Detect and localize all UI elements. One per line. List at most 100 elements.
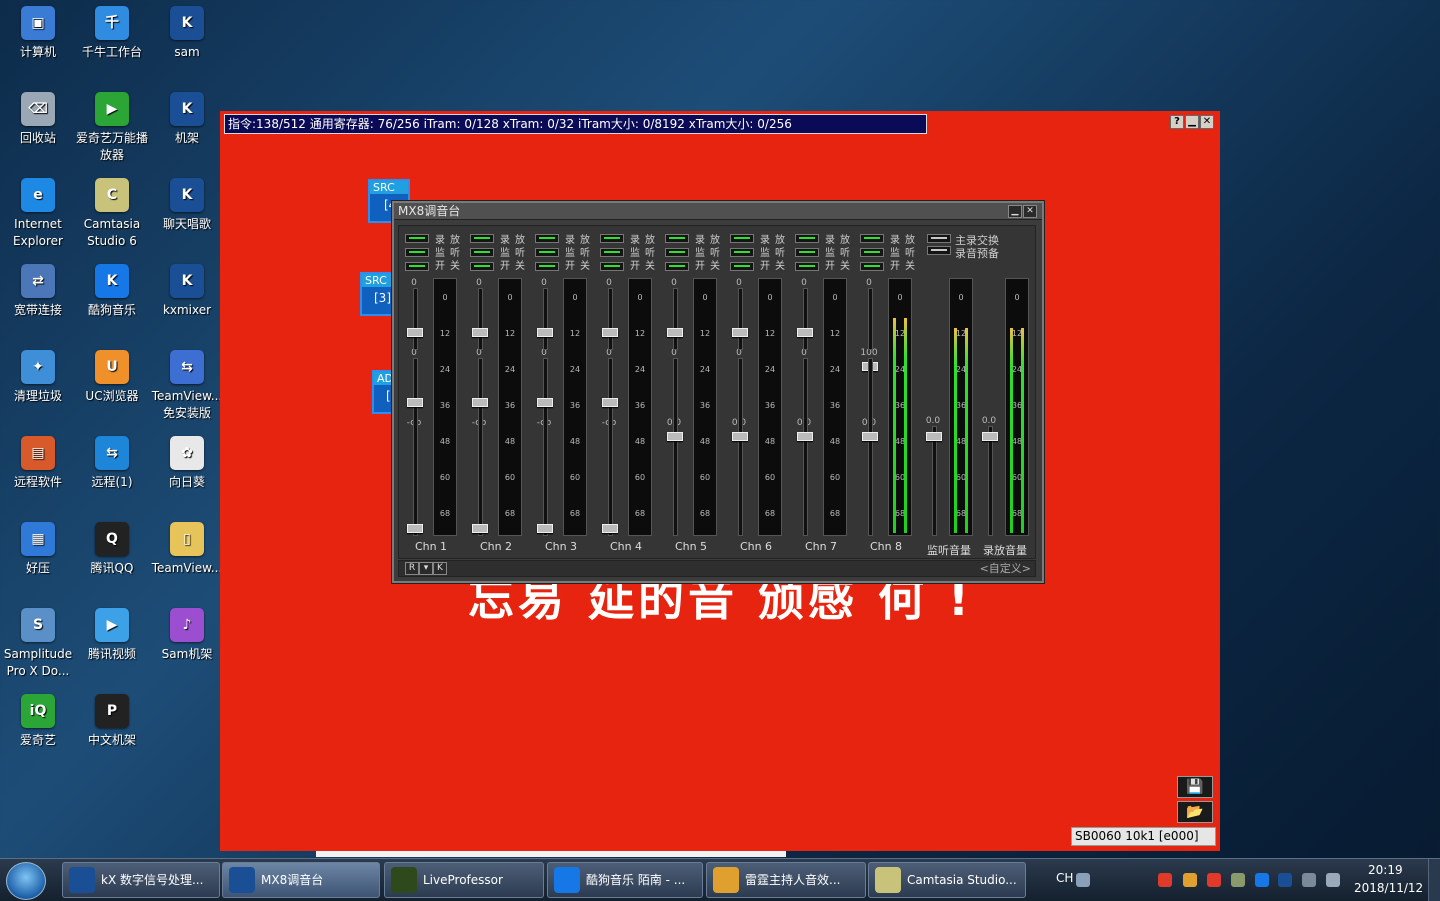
taskbar-button[interactable]: kX 数字信号处理... [62, 862, 220, 898]
taskbar-button[interactable]: 雷霆主持人音效... [706, 862, 866, 898]
channel-switch[interactable] [600, 248, 624, 257]
pan-fader-knob[interactable] [537, 328, 553, 337]
pan-fader-knob[interactable] [602, 328, 618, 337]
close-button[interactable]: ✕ [1200, 115, 1214, 129]
monitor-fader-knob[interactable] [926, 432, 942, 441]
desktop-icon[interactable]: K 酷狗音乐 [74, 258, 150, 319]
start-button[interactable] [6, 862, 46, 900]
desktop-icon[interactable]: ⇄ 宽带连接 [0, 258, 76, 319]
clock-time[interactable]: 20:19 [1368, 863, 1403, 877]
desktop-icon[interactable]: ♪ Sam机架 [149, 602, 225, 663]
channel-switch[interactable] [535, 262, 559, 271]
taskbar-button[interactable]: MX8调音台 [222, 862, 380, 898]
channel-switch[interactable] [795, 234, 819, 243]
desktop-icon[interactable]: iQ 爱奇艺 [0, 688, 76, 749]
desktop-icon[interactable]: ✿ 向日葵 [149, 430, 225, 491]
channel-switch[interactable] [405, 234, 429, 243]
channel-switch[interactable] [600, 234, 624, 243]
desktop-icon[interactable]: U UC浏览器 [74, 344, 150, 405]
minimize-button[interactable]: ▁ [1185, 115, 1199, 129]
volume-fader-knob[interactable] [537, 524, 553, 533]
pan-fader-knob[interactable] [407, 328, 423, 337]
desktop-icon[interactable]: ▦ 好压 [0, 516, 76, 577]
pan-fader-knob-lower[interactable] [407, 398, 423, 407]
channel-switch[interactable] [665, 262, 689, 271]
master-switch[interactable] [927, 246, 951, 255]
show-desktop-button[interactable] [1428, 859, 1440, 901]
qq-tray-icon-2[interactable] [1183, 873, 1197, 887]
channel-switch[interactable] [405, 262, 429, 271]
desktop-icon[interactable]: C Camtasia Studio 6 [74, 172, 150, 250]
desktop-icon[interactable]: S Samplitude Pro X Do... [0, 602, 76, 680]
mx8-mixer-window[interactable]: MX8调音台 ▁ ✕ 录放监听开关00-oo0122436486068Chn 1… [392, 201, 1044, 583]
taskbar-button[interactable]: 酷狗音乐 陌南 - ... [547, 862, 703, 898]
pan-fader-knob-lower[interactable] [602, 398, 618, 407]
taskbar-button[interactable]: LiveProfessor [384, 862, 544, 898]
record-fader-knob[interactable] [982, 432, 998, 441]
channel-switch[interactable] [860, 234, 884, 243]
desktop-icon[interactable]: Ksam [149, 0, 225, 61]
desktop-icon[interactable]: ⇆ 远程(1) [74, 430, 150, 491]
desktop-icon[interactable]: Kkxmixer [149, 258, 225, 319]
preset-selector[interactable]: <自定义> [980, 561, 1031, 576]
channel-switch[interactable] [795, 248, 819, 257]
channel-switch[interactable] [665, 234, 689, 243]
src-plugin-box-2[interactable]: SRC [3] [360, 272, 396, 316]
desktop-icon[interactable]: 千千牛工作台 [74, 0, 150, 61]
save-icon[interactable]: 💾 [1177, 776, 1213, 798]
volume-icon[interactable] [1326, 873, 1340, 887]
channel-switch[interactable] [600, 262, 624, 271]
desktop-icon[interactable]: e Internet Explorer [0, 172, 76, 250]
reset-button[interactable]: R [405, 562, 419, 575]
taskbar-button[interactable]: Camtasia Studio... [868, 862, 1026, 898]
kugou-tray-icon[interactable] [1255, 873, 1269, 887]
pan-fader-knob[interactable] [667, 328, 683, 337]
channel-switch[interactable] [795, 262, 819, 271]
volume-fader-knob[interactable] [797, 432, 813, 441]
horizontal-scrollbar[interactable] [316, 851, 786, 857]
channel-switch[interactable] [730, 234, 754, 243]
channel-switch[interactable] [730, 262, 754, 271]
qq-tray-icon-3[interactable] [1207, 873, 1221, 887]
channel-switch[interactable] [470, 262, 494, 271]
pan-fader-knob[interactable] [797, 328, 813, 337]
channel-switch[interactable] [535, 234, 559, 243]
desktop-icon[interactable]: ▯ TeamView... [149, 516, 225, 577]
help-button[interactable]: ? [1170, 115, 1184, 129]
pan-fader-knob[interactable] [472, 328, 488, 337]
channel-switch[interactable] [860, 262, 884, 271]
mixer-close-button[interactable]: ✕ [1023, 205, 1037, 218]
desktop-icon[interactable]: ▣ 计算机 [0, 0, 76, 61]
desktop-icon[interactable]: ⌫ 回收站 [0, 86, 76, 147]
master-switch[interactable] [927, 234, 951, 243]
channel-switch[interactable] [470, 234, 494, 243]
channel-switch[interactable] [665, 248, 689, 257]
qq-tray-icon[interactable] [1158, 873, 1172, 887]
desktop-icon[interactable]: ▶ 腾讯视频 [74, 602, 150, 663]
flag-icon[interactable] [1231, 873, 1245, 887]
clock-date[interactable]: 2018/11/12 [1354, 881, 1423, 895]
menu-button[interactable]: ▾ [419, 562, 433, 575]
channel-switch[interactable] [730, 248, 754, 257]
pan-fader-knob[interactable] [732, 328, 748, 337]
kx-button[interactable]: K [433, 562, 447, 575]
volume-fader-knob[interactable] [862, 432, 878, 441]
volume-fader-knob[interactable] [732, 432, 748, 441]
volume-fader-knob[interactable] [407, 524, 423, 533]
mixer-minimize-button[interactable]: ▁ [1008, 205, 1022, 218]
pan-fader-knob-lower[interactable] [472, 398, 488, 407]
desktop-icon[interactable]: ▶ 爱奇艺万能播放器 [74, 86, 150, 164]
keyboard-icon[interactable] [1076, 873, 1090, 887]
language-indicator[interactable]: CH [1056, 871, 1073, 885]
volume-fader-knob[interactable] [602, 524, 618, 533]
desktop-icon[interactable]: P 中文机架 [74, 688, 150, 749]
channel-switch[interactable] [470, 248, 494, 257]
desktop-icon[interactable]: K 聊天唱歌 [149, 172, 225, 233]
desktop-icon[interactable]: ⇆ TeamView... 免安装版 [149, 344, 225, 422]
desktop-icon[interactable]: Q 腾讯QQ [74, 516, 150, 577]
desktop-icon[interactable]: ✦ 清理垃圾 [0, 344, 76, 405]
volume-fader-knob[interactable] [472, 524, 488, 533]
channel-switch[interactable] [535, 248, 559, 257]
pan-fader-knob-lower[interactable] [537, 398, 553, 407]
network-icon[interactable] [1302, 873, 1316, 887]
